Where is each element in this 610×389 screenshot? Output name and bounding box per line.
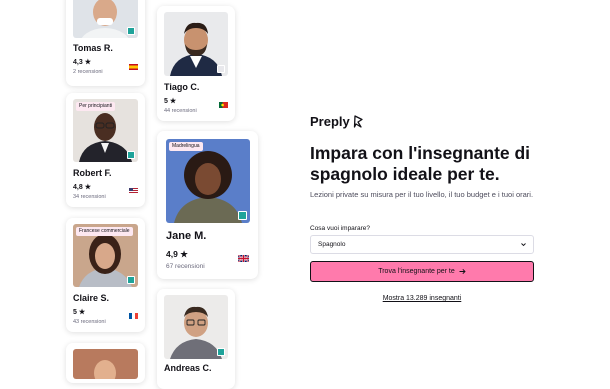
usa-flag-icon <box>129 188 138 194</box>
tutor-reviews: 67 recensioni <box>166 263 205 270</box>
tutor-name: Jane M. <box>166 230 207 242</box>
tutor-name: Claire S. <box>73 293 110 303</box>
tutor-rating: 5 ★ <box>73 309 86 316</box>
star-icon: ★ <box>180 249 188 259</box>
uk-flag-icon <box>238 255 249 262</box>
tutor-reviews: 2 recensioni <box>73 69 103 75</box>
page-title: Impara con l'insegnante di spagnolo idea… <box>310 143 531 184</box>
tutor-photo: Francese commerciale <box>73 224 138 287</box>
tutor-photo <box>73 349 138 379</box>
tutor-reviews: 44 recensioni <box>164 108 197 114</box>
find-tutor-label: Trova l'insegnante per te <box>378 268 455 275</box>
online-indicator <box>127 151 135 159</box>
chevron-down-icon <box>521 243 526 247</box>
tutor-photo <box>73 0 138 38</box>
tutor-rating: 4,3 ★ <box>73 59 91 66</box>
tutor-photo: Madrelingua <box>166 139 250 223</box>
preply-logo[interactable]: Preply <box>310 114 364 129</box>
tutor-reviews: 43 recensioni <box>73 319 106 325</box>
online-indicator <box>238 211 247 220</box>
tutor-card-tiago[interactable]: Tiago C. 5 ★ 44 recensioni <box>157 6 235 121</box>
tutor-photo <box>164 295 228 359</box>
online-indicator <box>217 348 225 356</box>
tutor-card-robert[interactable]: Per principianti Robert F. 4,8 ★ 34 rece… <box>66 93 145 207</box>
specialty-badge: Madrelingua <box>169 142 203 151</box>
brand-name: Preply <box>310 114 350 129</box>
star-icon: ★ <box>169 98 177 105</box>
tutor-rating: 4,9 ★ <box>166 249 188 259</box>
tutor-name: Robert F. <box>73 168 112 178</box>
star-icon: ★ <box>78 309 86 316</box>
online-indicator <box>127 27 135 35</box>
tutor-card-tomas[interactable]: Tomas R. 4,3 ★ 2 recensioni <box>66 0 145 86</box>
specialty-badge: Francese commerciale <box>76 227 133 236</box>
tutor-name: Tomas R. <box>73 43 113 53</box>
tutor-card-claire[interactable]: Francese commerciale Claire S. 5 ★ 43 re… <box>66 218 145 332</box>
find-tutor-button[interactable]: Trova l'insegnante per te <box>310 261 534 282</box>
tutor-card-partial[interactable] <box>66 343 145 383</box>
subject-select[interactable]: Spagnolo <box>310 235 534 254</box>
portugal-flag-icon <box>219 102 228 108</box>
online-indicator <box>127 276 135 284</box>
show-all-tutors-link[interactable]: Mostra 13.289 insegnanti <box>310 295 534 302</box>
tutor-card-andreas[interactable]: Andreas C. <box>157 289 235 389</box>
page-subtitle: Lezioni private su misura per il tuo liv… <box>310 190 534 199</box>
tutor-name: Andreas C. <box>164 363 212 373</box>
tutor-name: Tiago C. <box>164 82 200 92</box>
tutor-rating: 4,8 ★ <box>73 184 91 191</box>
france-flag-icon <box>129 313 138 319</box>
tutor-card-jane[interactable]: Madrelingua Jane M. 4,9 ★ 67 recensioni <box>157 131 258 279</box>
preply-logo-icon <box>353 115 363 128</box>
tutor-reviews: 34 recensioni <box>73 194 106 200</box>
tutor-photo <box>164 12 228 76</box>
specialty-badge: Per principianti <box>76 102 116 111</box>
subject-select-value: Spagnolo <box>318 241 346 248</box>
star-icon: ★ <box>84 59 91 66</box>
arrow-right-icon <box>459 268 466 275</box>
tutor-rating: 5 ★ <box>164 98 177 105</box>
spain-flag-icon <box>129 64 138 70</box>
subject-label: Cosa vuoi imparare? <box>310 225 370 232</box>
star-icon: ★ <box>84 184 91 191</box>
online-indicator <box>217 65 225 73</box>
tutor-photo: Per principianti <box>73 99 138 162</box>
